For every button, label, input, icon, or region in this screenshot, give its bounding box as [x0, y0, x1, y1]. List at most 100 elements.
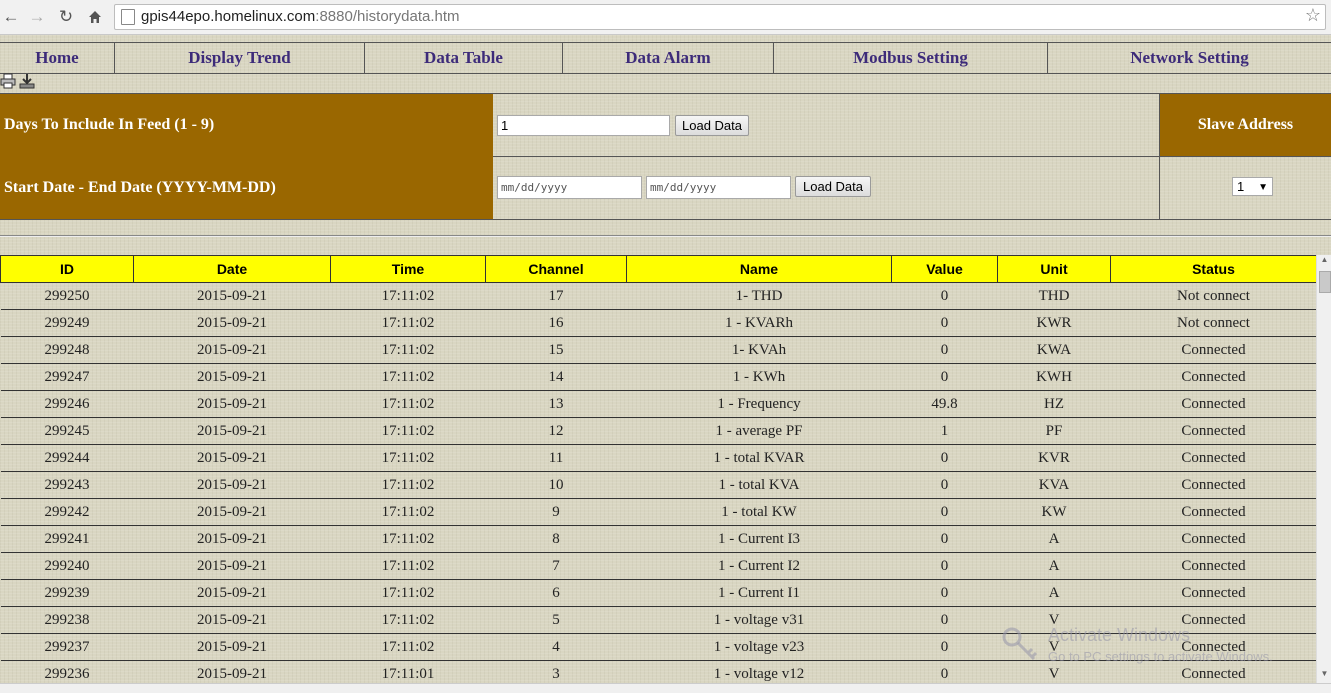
cell-value: 0 [891, 444, 998, 472]
cell-status: Connected [1110, 471, 1317, 499]
column-header[interactable]: Value [891, 255, 998, 283]
cell-time: 17:11:02 [330, 606, 486, 634]
scroll-up-icon[interactable]: ▲ [1317, 255, 1331, 269]
cell-id: 299242 [0, 498, 134, 526]
cell-channel: 15 [485, 336, 627, 364]
menu-item-display-trend[interactable]: Display Trend [115, 43, 365, 73]
scroll-down-icon[interactable]: ▼ [1317, 669, 1331, 683]
start-date-input[interactable]: mm/dd/yyyy [497, 176, 642, 199]
cell-value: 1 [891, 417, 998, 445]
cell-channel: 14 [485, 363, 627, 391]
cell-time: 17:11:02 [330, 633, 486, 661]
cell-unit: KWA [997, 336, 1111, 364]
cell-unit: A [997, 552, 1111, 580]
cell-unit: A [997, 525, 1111, 553]
cell-value: 0 [891, 336, 998, 364]
address-bar[interactable]: gpis44epo.homelinux.com:8880/historydata… [114, 4, 1326, 30]
cell-value: 0 [891, 633, 998, 661]
cell-status: Connected [1110, 444, 1317, 472]
cell-name: 1 - Current I3 [626, 525, 892, 553]
load-data-range-button[interactable]: Load Data [795, 176, 871, 197]
cell-channel: 12 [485, 417, 627, 445]
cell-name: 1 - total KVAR [626, 444, 892, 472]
cell-unit: HZ [997, 390, 1111, 418]
slave-address-select[interactable]: 1 ▼ [1232, 177, 1273, 196]
cell-name: 1 - KWh [626, 363, 892, 391]
reload-icon[interactable]: ↻ [55, 6, 77, 28]
column-header[interactable]: ID [0, 255, 134, 283]
cell-unit: KVR [997, 444, 1111, 472]
print-icon[interactable] [0, 73, 16, 89]
table-row[interactable]: 299242 2015-09-21 17:11:02 9 1 - total KW 0 KW… [0, 498, 1317, 526]
cell-unit: KVA [997, 471, 1111, 499]
cell-value: 0 [891, 282, 998, 310]
column-header[interactable]: Unit [997, 255, 1111, 283]
table-row[interactable]: 299243 2015-09-21 17:11:02 10 1 - total KVA 0… [0, 471, 1317, 499]
cell-id: 299239 [0, 579, 134, 607]
cell-unit: A [997, 579, 1111, 607]
column-header[interactable]: Status [1110, 255, 1317, 283]
cell-id: 299250 [0, 282, 134, 310]
cell-value: 49.8 [891, 390, 998, 418]
cell-name: 1 - total KVA [626, 471, 892, 499]
table-row[interactable]: 299244 2015-09-21 17:11:02 11 1 - total KVAR… [0, 444, 1317, 472]
cell-name: 1 - voltage v31 [626, 606, 892, 634]
vertical-scrollbar[interactable]: ▲ ▼ [1316, 255, 1331, 683]
cell-status: Connected [1110, 417, 1317, 445]
cell-id: 299247 [0, 363, 134, 391]
home-icon[interactable] [84, 6, 106, 28]
table-row[interactable]: 299239 2015-09-21 17:11:02 6 1 - Current I1 0… [0, 579, 1317, 607]
cell-date: 2015-09-21 [133, 282, 331, 310]
forward-icon[interactable]: → [26, 6, 48, 28]
cell-time: 17:11:02 [330, 552, 486, 580]
menu-item-modbus-setting[interactable]: Modbus Setting [774, 43, 1048, 73]
cell-date: 2015-09-21 [133, 498, 331, 526]
column-header[interactable]: Time [330, 255, 486, 283]
cell-unit: PF [997, 417, 1111, 445]
menu-item-data-alarm[interactable]: Data Alarm [563, 43, 774, 73]
scroll-thumb[interactable] [1319, 271, 1331, 293]
table-row[interactable]: 299246 2015-09-21 17:11:02 13 1 - Frequency 4… [0, 390, 1317, 418]
cell-date: 2015-09-21 [133, 552, 331, 580]
cell-date: 2015-09-21 [133, 633, 331, 661]
cell-date: 2015-09-21 [133, 606, 331, 634]
cell-status: Connected [1110, 498, 1317, 526]
menu-item-network-setting[interactable]: Network Setting [1048, 43, 1331, 73]
days-row: Days To Include In Feed (1 - 9) 1 Load D… [0, 93, 1331, 157]
cell-date: 2015-09-21 [133, 525, 331, 553]
table-row[interactable]: 299248 2015-09-21 17:11:02 15 1- KVAh 0 KWA Con… [0, 336, 1317, 364]
table-row[interactable]: 299241 2015-09-21 17:11:02 8 1 - Current I3 0… [0, 525, 1317, 553]
days-input[interactable]: 1 [497, 115, 670, 136]
download-icon[interactable] [19, 73, 35, 89]
column-header[interactable]: Name [626, 255, 892, 283]
load-data-button[interactable]: Load Data [675, 115, 749, 136]
column-header[interactable]: Date [133, 255, 331, 283]
cell-name: 1 - average PF [626, 417, 892, 445]
cell-status: Connected [1110, 579, 1317, 607]
end-date-input[interactable]: mm/dd/yyyy [646, 176, 791, 199]
page-icon [121, 9, 135, 25]
watermark-subtitle: Go to PC settings to activate Windows. [1048, 649, 1273, 664]
bookmark-star-icon[interactable]: ☆ [1305, 5, 1321, 26]
table-row[interactable]: 299245 2015-09-21 17:11:02 12 1 - average PF… [0, 417, 1317, 445]
table-row[interactable]: 299240 2015-09-21 17:11:02 7 1 - Current I2 0… [0, 552, 1317, 580]
table-row[interactable]: 299249 2015-09-21 17:11:02 16 1 - KVARh 0 KWR N… [0, 309, 1317, 337]
column-header[interactable]: Channel [485, 255, 627, 283]
back-icon[interactable]: ← [0, 6, 22, 28]
history-data-table: ID Date Time Channel Name Value Unit Sta… [0, 255, 1317, 688]
cell-time: 17:11:02 [330, 579, 486, 607]
cell-id: 299248 [0, 336, 134, 364]
cell-date: 2015-09-21 [133, 579, 331, 607]
cell-name: 1 - voltage v23 [626, 633, 892, 661]
horizontal-scrollbar[interactable] [0, 683, 1331, 693]
table-row[interactable]: 299247 2015-09-21 17:11:02 14 1 - KWh 0 KWH Con… [0, 363, 1317, 391]
table-row[interactable]: 299250 2015-09-21 17:11:02 17 1- THD 0 THD Not … [0, 282, 1317, 310]
cell-unit: KW [997, 498, 1111, 526]
cell-channel: 9 [485, 498, 627, 526]
watermark-title: Activate Windows [1048, 625, 1191, 645]
cell-date: 2015-09-21 [133, 471, 331, 499]
menu-item-data-table[interactable]: Data Table [365, 43, 563, 73]
menu-item-home[interactable]: Home [0, 43, 115, 73]
cell-value: 0 [891, 309, 998, 337]
cell-value: 0 [891, 498, 998, 526]
